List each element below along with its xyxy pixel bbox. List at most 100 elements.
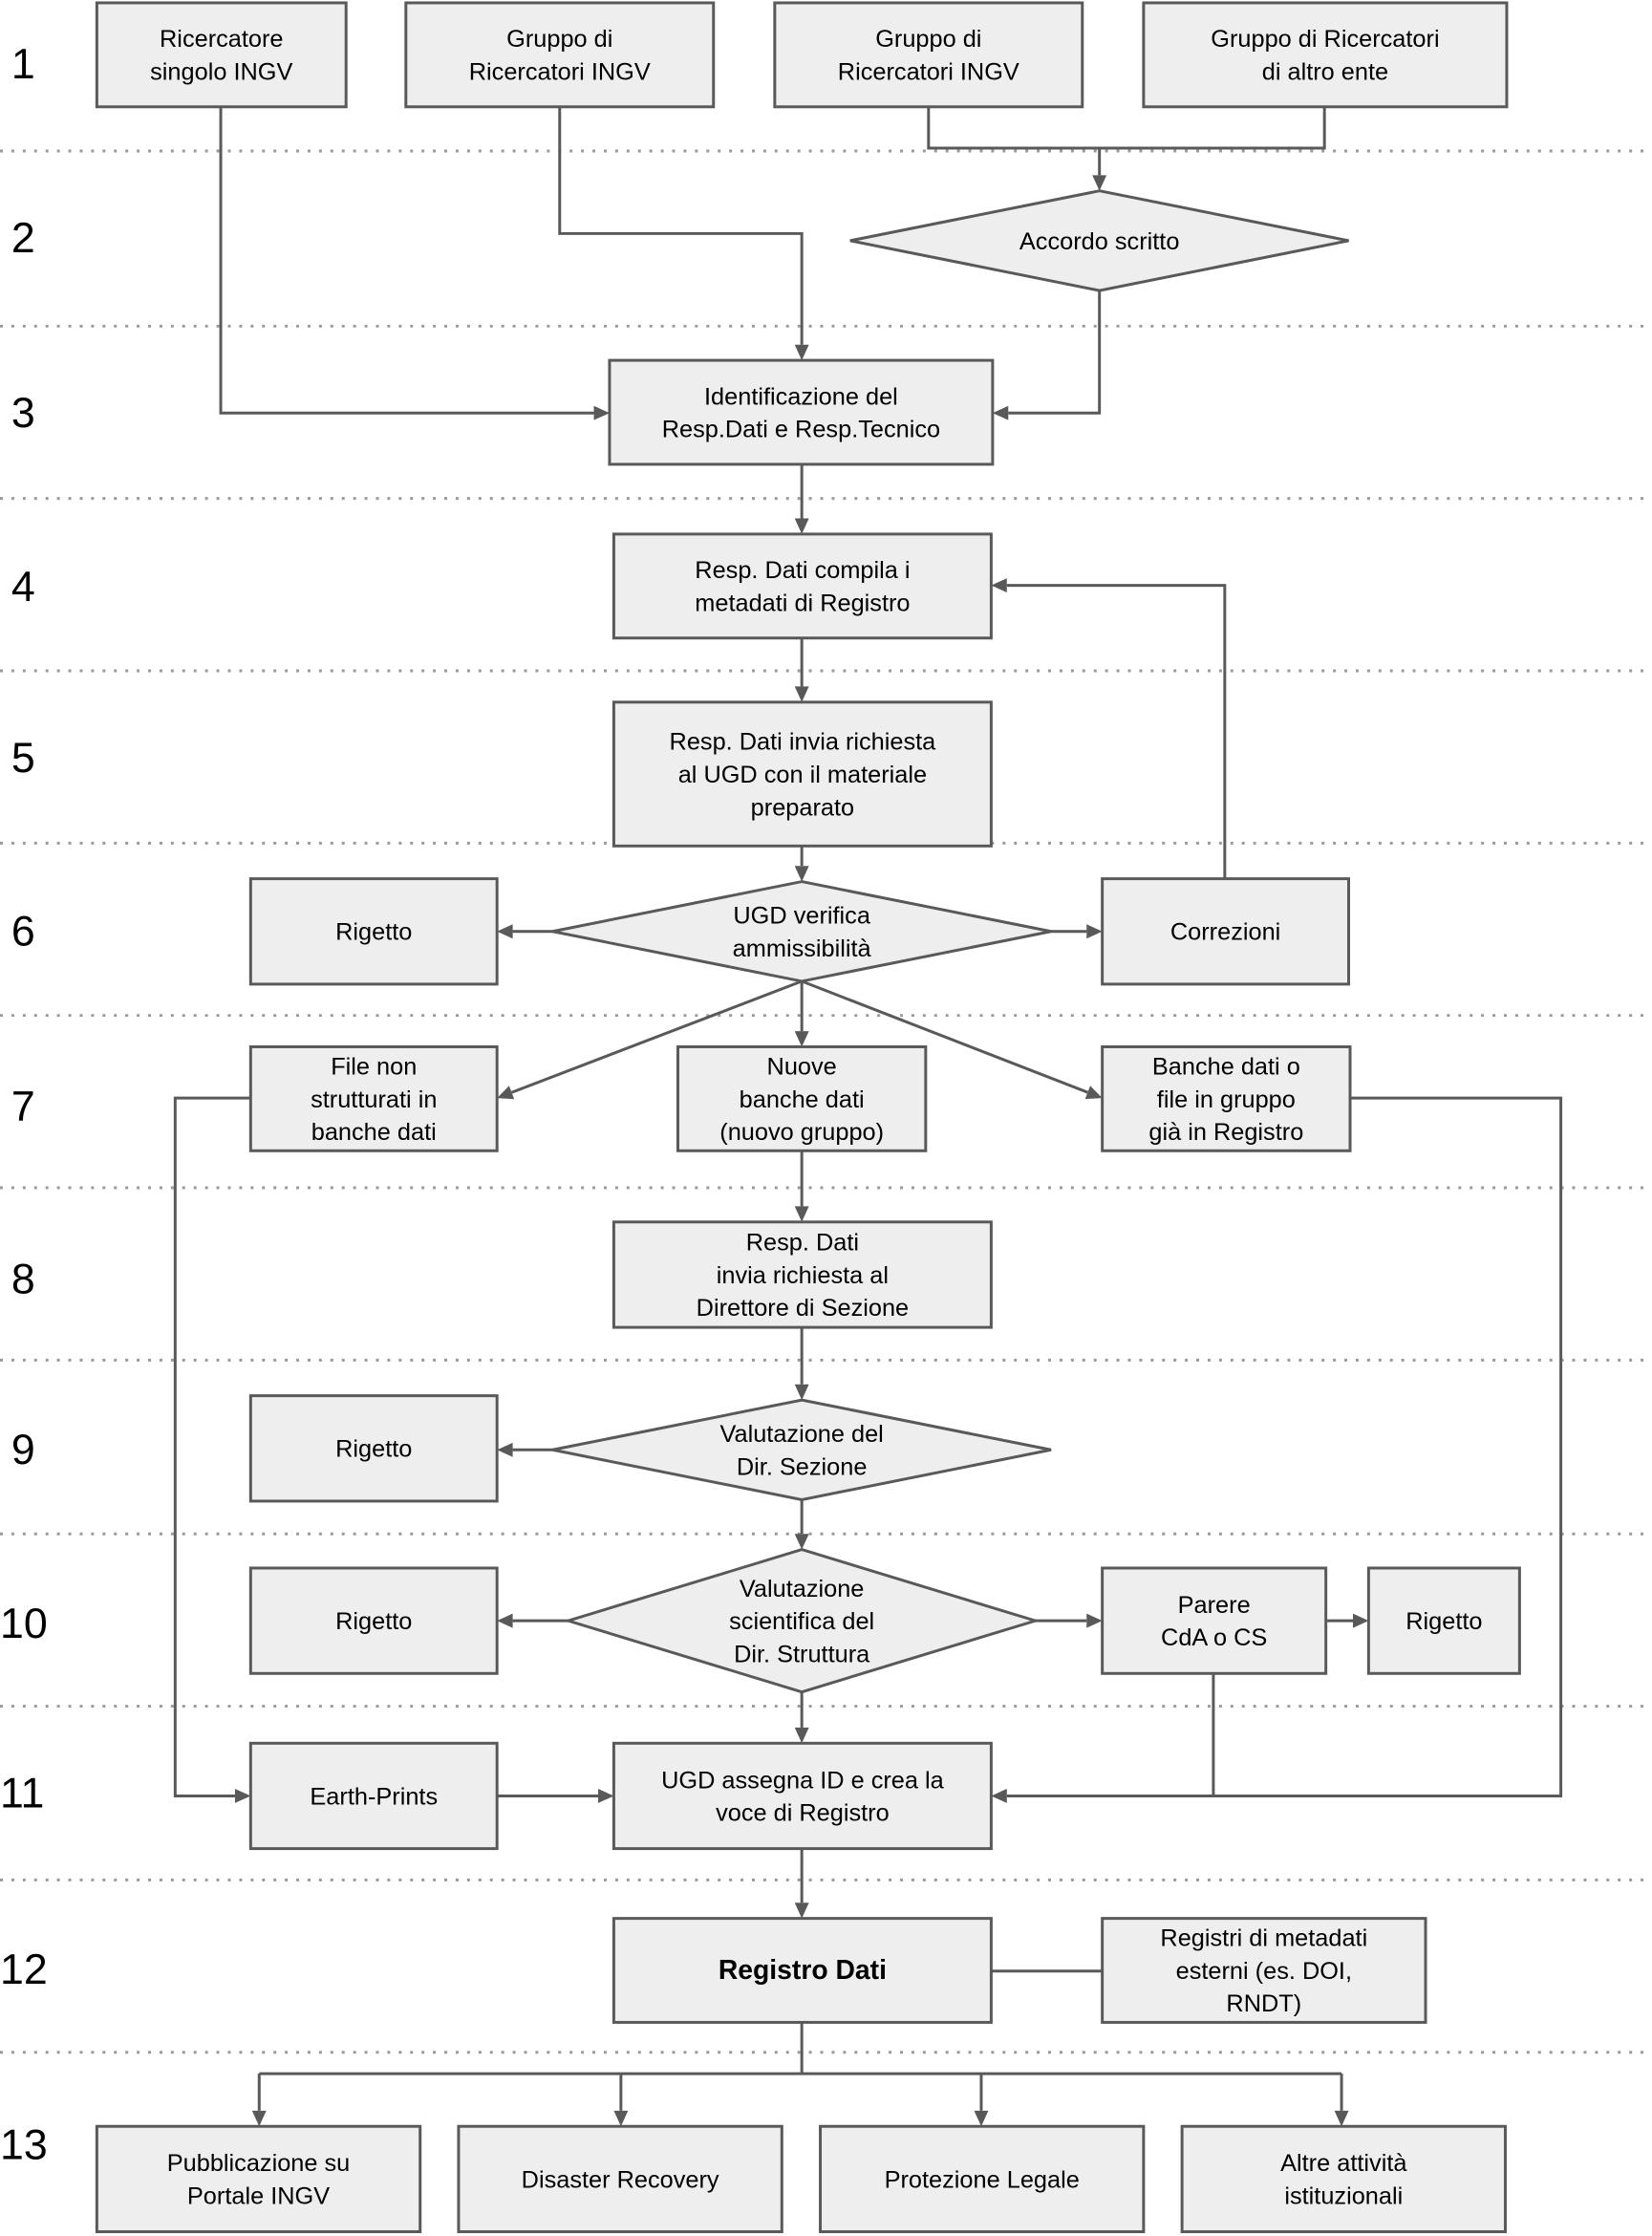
node-protezione-legale: Protezione Legale <box>819 2124 1146 2234</box>
node-identificazione: Identificazione del Resp.Dati e Resp.Tecn… <box>608 358 995 466</box>
node-rigetto-10b: Rigetto <box>1366 1566 1521 1675</box>
node-label: al UGD con il materiale <box>678 762 927 788</box>
row-number: 9 <box>11 1427 35 1473</box>
node-label: Valutazione del <box>719 1421 883 1448</box>
node-banche-gia-registro: Banche dati o file in gruppo già in Regist… <box>1101 1044 1352 1152</box>
flowchart-diagram: 12345678910111213 Ricercatoresingolo ING… <box>0 1 1652 2234</box>
arrowhead-icon <box>497 1613 513 1628</box>
node-label: metadati di Registro <box>695 590 910 616</box>
node-rigetto-6: Rigetto <box>248 877 499 986</box>
row-number: 11 <box>0 1770 44 1817</box>
node-gruppo-ingv-b: Gruppo di Ricercatori INGV <box>773 1 1084 109</box>
row-number: 5 <box>11 735 35 782</box>
connector-line <box>1006 584 1227 879</box>
node-label: (nuovo gruppo) <box>719 1119 884 1146</box>
node-registri-esterni: Registri di metadati esterni (es. DOI, RND… <box>1101 1917 1427 2024</box>
node-label: Ricercatori INGV <box>838 58 1019 85</box>
node-label: Pubblicazione su <box>167 2150 351 2177</box>
arrowhead-icon <box>497 924 513 939</box>
row-number: 10 <box>0 1601 48 1647</box>
node-label: preparato <box>751 794 854 821</box>
node-label: Valutazione <box>740 1576 865 1602</box>
node-label: Gruppo di Ricercatori <box>1211 26 1439 53</box>
node-label: Gruppo di <box>875 26 981 53</box>
node-ugd-verifica: UGD verifica ammissibilità <box>552 880 1052 983</box>
node-label: Banche dati o <box>1152 1054 1300 1081</box>
connector-line <box>1008 290 1102 415</box>
node-disaster-recovery: Disaster Recovery <box>457 2124 783 2234</box>
arrowhead-icon <box>794 1534 809 1550</box>
node-label: banche dati <box>311 1119 437 1146</box>
node-label: scientifica del <box>729 1608 874 1635</box>
node-label: istituzionali <box>1284 2182 1403 2209</box>
node-label: Protezione Legale <box>885 2166 1080 2193</box>
row-number: 1 <box>11 41 35 88</box>
node-label: RNDT) <box>1226 1990 1301 2017</box>
process-box <box>773 1 1084 109</box>
nodes: Ricercatore singolo INGV Gruppo di Ricercat… <box>95 1 1521 2234</box>
process-box <box>1180 2124 1507 2234</box>
arrowhead-icon <box>497 1086 515 1100</box>
node-label: Ricercatore <box>160 26 284 53</box>
node-label: Identificazione del <box>704 383 898 410</box>
row-number: 2 <box>11 215 35 262</box>
connector-line <box>219 106 594 415</box>
node-label: Registri di metadati <box>1160 1925 1367 1952</box>
arrowhead-icon <box>794 1903 809 1919</box>
node-label: file in gruppo <box>1157 1086 1296 1113</box>
arrowhead-icon <box>794 866 809 882</box>
process-box <box>611 532 993 640</box>
node-registro-dati: Registro Dati <box>611 1917 993 2024</box>
node-label: strutturati in <box>311 1086 437 1113</box>
row-numbers: 12345678910111213 <box>0 41 48 2169</box>
arrowhead-icon <box>794 344 809 361</box>
process-box <box>608 358 995 466</box>
row-number: 12 <box>0 1946 48 1993</box>
arrowhead-icon <box>794 1727 809 1744</box>
node-label: Direttore di Sezione <box>697 1295 909 1322</box>
arrowhead-icon <box>794 1031 809 1047</box>
node-accordo-scritto: Accordo scritto <box>849 189 1349 292</box>
node-label: UGD assegna ID e crea la <box>661 1767 945 1794</box>
node-invia-richiesta-ugd: Resp. Dati invia richiesta al UGD con il … <box>611 700 993 848</box>
node-label: Nuove <box>767 1054 837 1081</box>
node-label: Rigetto <box>1405 1608 1482 1635</box>
node-label: CdA o CS <box>1161 1624 1267 1651</box>
node-label: Altre attività <box>1280 2150 1407 2177</box>
process-box <box>1101 1566 1328 1675</box>
connector-line <box>173 1096 251 1797</box>
node-rigetto-9: Rigetto <box>248 1394 499 1503</box>
arrowhead-icon <box>497 1442 513 1457</box>
decision-diamond <box>552 1398 1052 1501</box>
arrowhead-icon <box>794 1384 809 1401</box>
node-altre-attivita: Altre attività istituzionali <box>1180 2124 1507 2234</box>
node-label: ammissibilità <box>733 935 872 962</box>
connector-line <box>927 106 1326 150</box>
node-label: singolo INGV <box>150 58 292 85</box>
node-label: Resp. Dati invia richiesta <box>670 729 937 756</box>
node-ugd-assegna-id: UGD assegna ID e crea la voce di Registro <box>611 1741 993 1851</box>
process-box <box>611 1741 993 1851</box>
arrowhead-icon <box>1092 175 1107 191</box>
node-correzioni: Correzioni <box>1101 877 1351 986</box>
process-box <box>404 1 716 109</box>
row-number: 7 <box>11 1084 35 1130</box>
row-number: 8 <box>11 1256 35 1302</box>
arrowhead-icon <box>234 1789 251 1803</box>
arrowhead-icon <box>794 1206 809 1222</box>
node-label: Earth-Prints <box>310 1783 438 1810</box>
arrowhead-icon <box>992 405 1009 420</box>
process-box <box>95 2124 422 2234</box>
node-label: File non <box>331 1054 417 1081</box>
node-valutazione-scientifica: Valutazione scientifica del Dir. Struttura <box>563 1548 1041 1694</box>
node-nuove-banche-dati: Nuove banche dati (nuovo gruppo) <box>676 1044 928 1152</box>
node-label: Gruppo di <box>506 26 612 53</box>
node-label: Dir. Struttura <box>734 1641 870 1667</box>
node-rigetto-10: Rigetto <box>248 1566 499 1675</box>
row-number: 4 <box>11 564 35 611</box>
connector-line <box>1006 1096 1563 1797</box>
arrowhead-icon <box>794 686 809 702</box>
node-label: Resp. Dati <box>746 1230 859 1257</box>
node-label: Resp. Dati compila i <box>695 557 910 584</box>
node-label: Dir. Sezione <box>737 1453 868 1480</box>
